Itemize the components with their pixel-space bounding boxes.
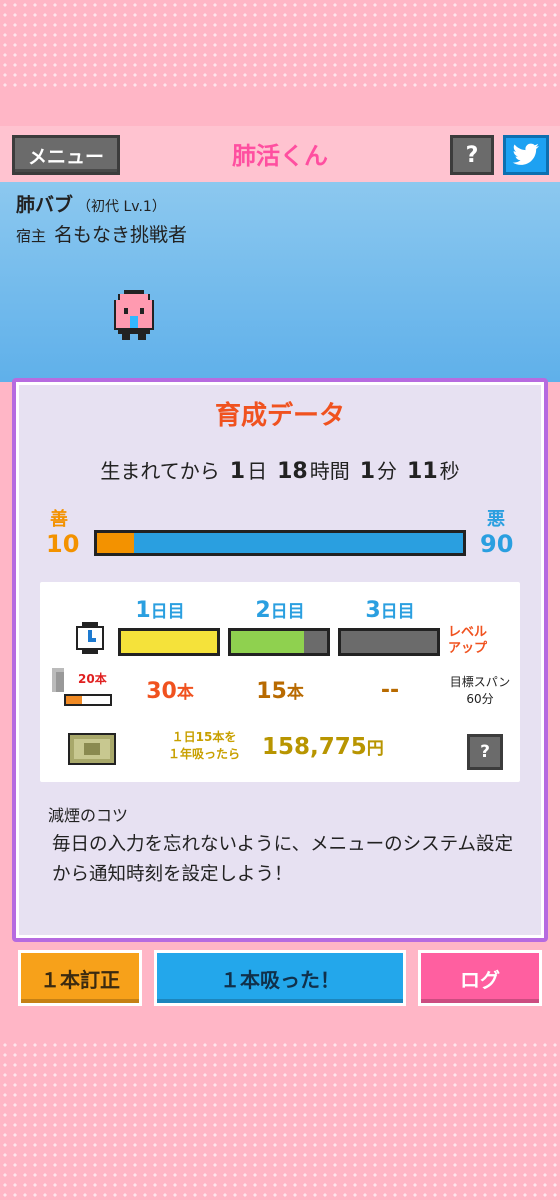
host-info: 宿主 名もなき挑戦者 (16, 220, 187, 247)
money-help-button[interactable]: ? (467, 734, 503, 770)
day3-label: 3日目 (335, 597, 445, 623)
day2-count-unit: 本 (286, 683, 304, 703)
yearly-cost-unit: 円 (366, 739, 384, 759)
elapsed-hours: 18 (277, 459, 308, 484)
elapsed-days: 1 (229, 459, 246, 484)
day1-count-num: 30 (146, 679, 177, 704)
elapsed-hours-unit: 時間 (309, 459, 350, 483)
day1-label: 1日目 (105, 597, 215, 623)
level-up-label: レベル アップ (448, 625, 487, 657)
day3-num: 3 (365, 598, 381, 623)
character-name-main: 肺バブ (16, 194, 74, 216)
target-label: 目標スパン (449, 675, 511, 689)
lung-baby-character[interactable] (112, 290, 156, 340)
day3-unit: 日目 (380, 602, 415, 622)
day1-unit: 日目 (150, 602, 185, 622)
tip-title: 減煙のコツ (48, 806, 129, 825)
day1-progress-fill (121, 631, 217, 653)
day2-num: 2 (255, 598, 271, 623)
day3-progress-bar (338, 628, 440, 656)
day2-unit: 日目 (270, 602, 305, 622)
money-note: １日15本を １年吸ったら (156, 729, 252, 763)
log-button[interactable]: ログ (418, 950, 542, 1006)
day1-num: 1 (135, 598, 151, 623)
app-title: 肺活くん (232, 142, 328, 170)
day1-count: 30本 (115, 678, 225, 704)
level-up-line2: アップ (448, 641, 488, 656)
yearly-cost-value: 158,775 (262, 734, 367, 760)
yearly-cost: 158,775円 (262, 734, 384, 760)
banknote-icon (68, 733, 116, 765)
elapsed-minutes: 1 (359, 459, 376, 484)
day2-progress-bar (228, 628, 330, 656)
help-button[interactable]: ? (450, 135, 494, 175)
target-span: 目標スパン 60分 (440, 674, 520, 708)
elapsed-minutes-unit: 分 (377, 459, 398, 483)
elapsed-time: 生まれてから 1 日 18 時間 1 分 11 秒 (0, 455, 560, 484)
clock-icon (76, 622, 104, 654)
day2-count: 15本 (225, 678, 335, 704)
good-value: 10 (46, 530, 80, 558)
level-up-line1: レベル (448, 625, 488, 640)
elapsed-days-unit: 日 (247, 459, 268, 483)
twitter-button[interactable] (503, 135, 549, 175)
character-level: （初代 Lv.1） (77, 199, 166, 215)
elapsed-prefix: 生まれてから (100, 459, 220, 483)
day3-count: -- (335, 678, 445, 703)
money-note-line2: １年吸ったら (167, 747, 240, 761)
host-name: 名もなき挑戦者 (54, 224, 188, 246)
correct-one-button[interactable]: １本訂正 (18, 950, 142, 1006)
smoked-one-button[interactable]: １本吸った！ (154, 950, 406, 1006)
host-label: 宿主 (16, 227, 47, 245)
evil-label: 悪 (487, 509, 505, 530)
top-dot-pattern (0, 0, 560, 90)
day2-label: 2日目 (225, 597, 335, 623)
day2-count-num: 15 (256, 679, 287, 704)
menu-button[interactable]: メニュー (12, 135, 120, 175)
evil-value: 90 (480, 530, 514, 558)
target-value: 60分 (466, 692, 494, 706)
day1-progress-bar (118, 628, 220, 656)
panel-title: 育成データ (214, 401, 345, 431)
good-bar-fill (97, 533, 134, 553)
tip-text: 毎日の入力を忘れないように、メニューのシステム設定から通知時刻を設定しよう！ (52, 834, 514, 885)
bottom-dot-pattern (0, 1040, 560, 1200)
twitter-bird-icon (512, 143, 539, 165)
day1-count-unit: 本 (176, 683, 194, 703)
good-evil-bar (94, 530, 466, 556)
pack-count: 20本 (78, 672, 107, 686)
elapsed-seconds-unit: 秒 (439, 459, 460, 483)
elapsed-seconds: 11 (407, 459, 438, 484)
day3-count-num: -- (380, 678, 400, 703)
good-label: 善 (50, 509, 68, 530)
character-name: 肺バブ （初代 Lv.1） (16, 190, 166, 217)
money-note-line1: １日15本を (171, 730, 237, 744)
day2-progress-fill (231, 631, 304, 653)
